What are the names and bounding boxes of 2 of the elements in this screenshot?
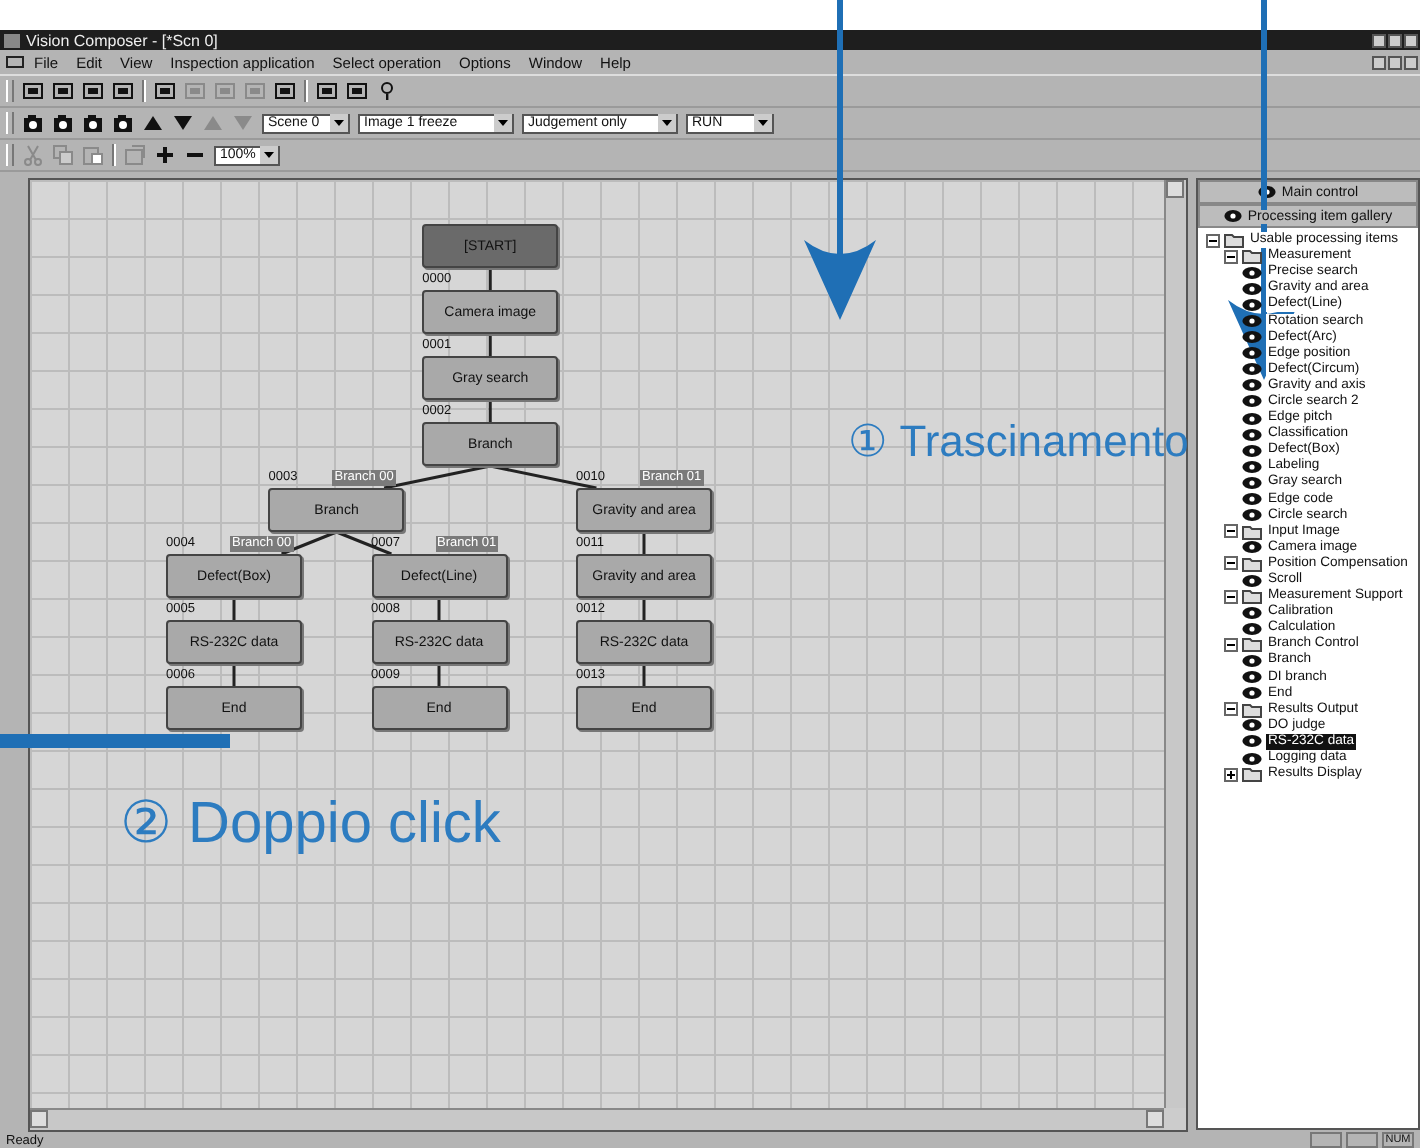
window-title: Vision Composer - [*Scn 0]	[26, 31, 218, 49]
annotation-text: ② Doppio click	[120, 790, 501, 858]
